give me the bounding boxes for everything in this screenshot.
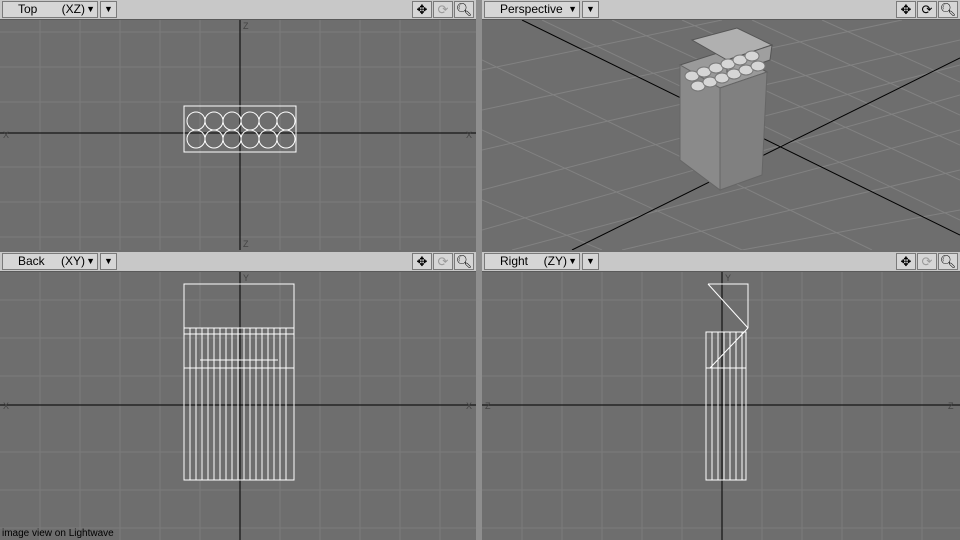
view-name: Top <box>18 2 38 16</box>
move-view-icon[interactable]: ✥ <box>412 253 432 270</box>
svg-text:Z: Z <box>243 21 249 31</box>
chevron-down-icon: ▼ <box>86 256 95 266</box>
svg-text:Y: Y <box>243 273 249 283</box>
view-name: Back <box>18 254 45 268</box>
move-view-icon[interactable]: ✥ <box>896 253 916 270</box>
chevron-down-icon: ▼ <box>568 256 577 266</box>
top-view-drawing: X Z Z X <box>0 20 476 250</box>
chevron-down-icon: ▼ <box>568 4 577 14</box>
svg-text:X: X <box>3 401 9 411</box>
rotate-view-icon[interactable]: ⟳ <box>433 1 453 18</box>
svg-text:Z: Z <box>485 401 491 411</box>
viewport-canvas[interactable]: X Z Z X <box>0 20 476 266</box>
zoom-view-icon[interactable]: 🔍︎ <box>938 253 958 270</box>
zoom-view-icon[interactable]: 🔍︎ <box>454 1 474 18</box>
zoom-view-icon[interactable]: 🔍︎ <box>454 253 474 270</box>
perspective-drawing <box>482 20 960 250</box>
view-name: Perspective <box>500 2 563 16</box>
axis-letter: X <box>3 130 9 140</box>
rotate-view-icon[interactable]: ⟳ <box>917 1 937 18</box>
view-axes: (XY) <box>61 254 85 268</box>
right-view-drawing: Z Z Y <box>482 272 960 540</box>
view-type-dropdown[interactable]: Top (XZ) ▼ <box>2 1 98 18</box>
move-view-icon[interactable]: ✥ <box>896 1 916 18</box>
svg-text:X: X <box>466 401 472 411</box>
view-type-dropdown[interactable]: Perspective ▼ <box>484 1 580 18</box>
view-axes: (ZY) <box>543 254 567 268</box>
image-caption: image view on Lightwave <box>2 528 114 539</box>
viewport-header: Back (XY) ▼ ▼ ✥ ⟳ 🔍︎ <box>0 252 476 272</box>
svg-text:Z: Z <box>948 401 954 411</box>
viewport-header: Top (XZ) ▼ ▼ ✥ ⟳ 🔍︎ <box>0 0 476 20</box>
view-axes: (XZ) <box>61 2 85 16</box>
viewport-header: Perspective ▼ ▼ ✥ ⟳ 🔍︎ <box>482 0 960 20</box>
viewport-menu-button[interactable]: ▼ <box>582 253 599 270</box>
rotate-view-icon[interactable]: ⟳ <box>433 253 453 270</box>
svg-text:X: X <box>466 130 472 140</box>
viewport-back[interactable]: Back (XY) ▼ ▼ ✥ ⟳ 🔍︎ X X Y image view on… <box>0 252 476 540</box>
view-type-dropdown[interactable]: Back (XY) ▼ <box>2 253 98 270</box>
svg-text:Z: Z <box>243 239 249 249</box>
viewport-top[interactable]: Top (XZ) ▼ ▼ ✥ ⟳ 🔍︎ X Z Z X <box>0 0 476 266</box>
viewport-menu-button[interactable]: ▼ <box>100 253 117 270</box>
move-view-icon[interactable]: ✥ <box>412 1 432 18</box>
viewport-menu-button[interactable]: ▼ <box>582 1 599 18</box>
back-view-drawing: X X Y <box>0 272 476 540</box>
viewport-canvas[interactable]: Z Z Y <box>482 272 960 540</box>
viewport-menu-button[interactable]: ▼ <box>100 1 117 18</box>
view-type-dropdown[interactable]: Right (ZY) ▼ <box>484 253 580 270</box>
view-name: Right <box>500 254 529 268</box>
viewport-perspective[interactable]: Perspective ▼ ▼ ✥ ⟳ 🔍︎ <box>482 0 960 266</box>
chevron-down-icon: ▼ <box>86 4 95 14</box>
svg-text:Y: Y <box>725 273 731 283</box>
zoom-view-icon[interactable]: 🔍︎ <box>938 1 958 18</box>
rotate-view-icon[interactable]: ⟳ <box>917 253 937 270</box>
viewport-header: Right (ZY) ▼ ▼ ✥ ⟳ 🔍︎ <box>482 252 960 272</box>
viewport-canvas[interactable] <box>482 20 960 266</box>
viewport-right[interactable]: Right (ZY) ▼ ▼ ✥ ⟳ 🔍︎ Z Z Y <box>482 252 960 540</box>
viewport-canvas[interactable]: X X Y <box>0 272 476 540</box>
